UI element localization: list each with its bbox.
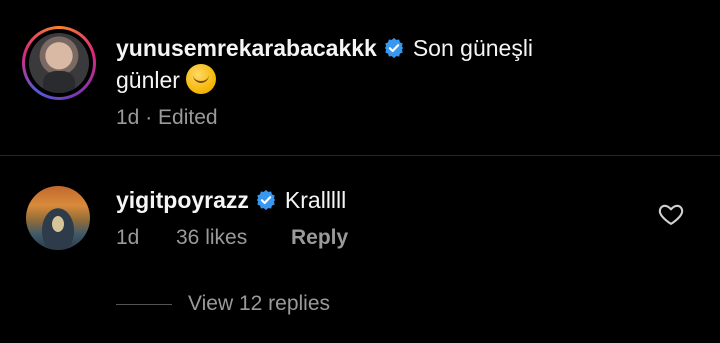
verified-badge-icon [256,189,276,211]
avatar-photo [29,33,89,93]
comment-meta: 1d 36 likes Reply [116,226,348,250]
divider [0,155,720,156]
avatar-ring-gap [25,29,93,97]
caption-text-block: yunusemrekarabacakkk Son güneşli günler [116,32,676,96]
reply-button[interactable]: Reply [291,226,348,250]
comment-likes[interactable]: 36 likes [176,226,291,250]
post-caption: yunusemrekarabacakkk Son güneşli günler … [0,0,720,156]
caption-author-avatar[interactable] [22,26,96,100]
heart-outline-icon[interactable] [657,200,685,228]
comment-time: 1d [116,226,140,249]
comment-username[interactable]: yigitpoyrazz [116,187,249,213]
caption-text-line1: Son güneşli [412,35,534,61]
caption-meta: 1d · Edited [116,106,218,129]
view-replies-label: View 12 replies [188,292,331,315]
comment-text-line: yigitpoyrazz Kralllll [116,184,346,216]
replies-line [116,303,172,305]
view-replies-button[interactable]: View 12 replies [116,289,330,319]
verified-badge-icon [384,37,404,59]
hugging-face-emoji-icon [185,64,216,94]
comment-text: Kralllll [284,187,347,213]
comment-author-avatar[interactable] [26,186,90,250]
caption-text-line2: günler [116,67,180,93]
caption-username[interactable]: yunusemrekarabacakkk [116,35,377,61]
